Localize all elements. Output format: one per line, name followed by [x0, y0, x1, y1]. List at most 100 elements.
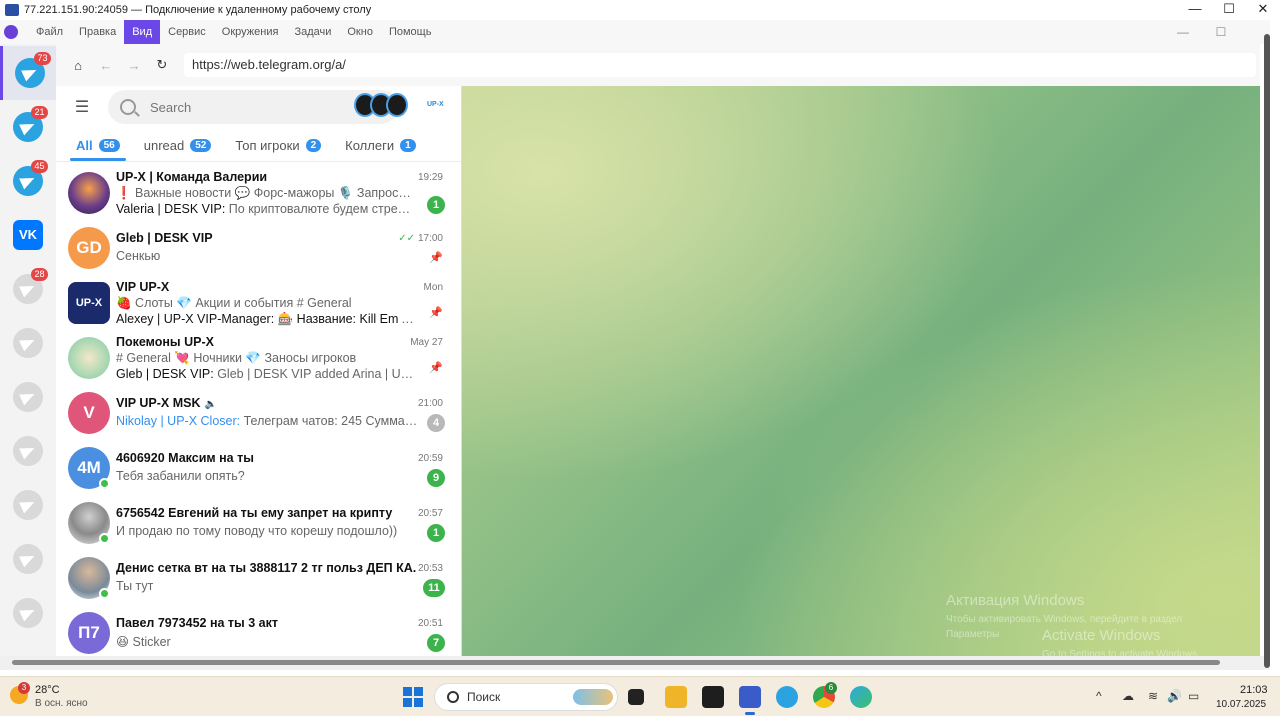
home-icon[interactable]: ⌂ [66, 58, 90, 73]
avatar: П7 [68, 612, 110, 654]
rail-item-telegram-10[interactable] [0, 586, 56, 640]
activation-watermark-title: Активация Windows [946, 592, 1085, 609]
activation-watermark-settings: Параметры [946, 629, 1000, 640]
rail-item-telegram-2[interactable]: 21 [0, 100, 56, 154]
chat-title: 6756542 Евгений на ты ему запрет на крип… [116, 506, 393, 520]
stories-ribbon[interactable] [354, 93, 408, 121]
tab-top-players[interactable]: Топ игроки 2 [229, 138, 327, 161]
chat-time: Mon [423, 282, 443, 293]
minimize-button[interactable]: — [1178, 0, 1212, 20]
weather-badge: 3 [18, 682, 30, 694]
chat-last-message: Ты тут [116, 579, 154, 593]
menu-file[interactable]: Файл [28, 20, 71, 44]
chat-item[interactable]: V VIP UP-X MSK 🔈 21:00 Nikolay | UP-X Clo… [56, 386, 461, 441]
chat-last-message: Alexey | UP-X VIP-Manager: 🎰 Название: K… [116, 312, 418, 327]
remote-desktop-icon[interactable] [739, 686, 761, 715]
weather-temperature: 28°C [35, 684, 60, 696]
clock-time[interactable]: 21:03 [1240, 684, 1268, 696]
rail-item-telegram-5[interactable] [0, 316, 56, 370]
chat-item[interactable]: 4M 4606920 Максим на ты 20:59 Тебя забан… [56, 441, 461, 496]
windows-taskbar: 3 28°C В осн. ясно Поиск 6 ^ ☁ ≋ 🔊 ▭ 21:… [0, 676, 1280, 716]
folder-label: Коллеги [345, 138, 395, 153]
chat-item[interactable]: Денис сетка вт на ты 3888117 2 тг польз … [56, 551, 461, 606]
taskbar-search-label: Поиск [467, 690, 501, 704]
close-button[interactable]: ✕ [1246, 0, 1280, 20]
chat-item[interactable]: UP-X VIP UP-X Mon 🍓 Слоты 💎 Акции и собы… [56, 276, 461, 331]
edge-icon[interactable] [850, 686, 872, 708]
taskbar-search[interactable]: Поиск [434, 683, 618, 711]
forward-icon[interactable]: → [122, 58, 146, 73]
rail-item-telegram-1[interactable]: 73 [0, 46, 56, 100]
chat-time: 21:00 [417, 398, 443, 409]
pin-icon: 📌 [429, 362, 443, 374]
tab-unread[interactable]: unread 52 [138, 138, 218, 161]
battery-icon[interactable]: ▭ [1188, 689, 1199, 703]
online-indicator [99, 478, 110, 489]
tray-overflow-icon[interactable]: ^ [1096, 689, 1102, 703]
story-avatar[interactable] [386, 93, 408, 117]
wifi-icon[interactable]: ≋ [1148, 689, 1158, 703]
terminal-app-icon[interactable] [702, 686, 724, 708]
app-logo-icon [4, 25, 18, 39]
menu-window[interactable]: Окно [339, 20, 381, 44]
rail-item-telegram-6[interactable] [0, 370, 56, 424]
message-sender: Nikolay | UP-X Closer: [116, 414, 244, 428]
task-view-icon[interactable] [628, 689, 644, 705]
rail-item-telegram-8[interactable] [0, 478, 56, 532]
chat-title: Покемоны UP-X [116, 335, 214, 349]
chat-item[interactable]: 6756542 Евгений на ты ему запрет на крип… [56, 496, 461, 551]
maximize-button[interactable]: ☐ [1212, 0, 1246, 20]
chat-topics: # General 💘 Ночники 💎 Заносы игроков [116, 351, 357, 365]
telegram-icon [13, 490, 43, 520]
rail-item-telegram-3[interactable]: 45 [0, 154, 56, 208]
telegram-icon [13, 328, 43, 358]
start-button[interactable] [403, 687, 423, 707]
reload-icon[interactable]: ↻ [150, 57, 174, 73]
rail-item-vk[interactable]: VK [0, 208, 56, 262]
chrome-badge: 6 [825, 682, 837, 694]
horizontal-scrollbar[interactable] [12, 660, 1220, 665]
chat-last-message: Nikolay | UP-X Closer: Телеграм чатов: 2… [116, 414, 418, 428]
avatar [68, 337, 110, 379]
unread-badge: 9 [427, 469, 445, 487]
volume-icon[interactable]: 🔊 [1167, 689, 1182, 703]
rail-badge: 28 [31, 268, 48, 281]
chat-list-panel: ☰ UP-X All 56 unread 52 Топ игроки 2 Кол… [56, 86, 462, 656]
app-maximize-button[interactable]: ☐ [1202, 20, 1240, 44]
menu-edit[interactable]: Правка [71, 20, 124, 44]
menu-help[interactable]: Помощь [381, 20, 440, 44]
remote-desktop-titlebar: 77.221.151.90:24059 — Подключение к удал… [0, 0, 1280, 20]
chat-time: May 27 [410, 337, 443, 348]
search-highlight-image [573, 689, 613, 705]
telegram-icon[interactable] [776, 686, 798, 708]
activation-watermark-title-en: Activate Windows [1042, 627, 1161, 644]
tab-all[interactable]: All 56 [70, 138, 126, 161]
menu-view[interactable]: Вид [124, 20, 161, 44]
menu-tasks[interactable]: Задачи [286, 20, 339, 44]
message-text: По криптовалюте будем стреми... [228, 202, 418, 216]
menu-service[interactable]: Сервис [160, 20, 214, 44]
url-field[interactable]: https://web.telegram.org/a/ [184, 53, 1256, 77]
window-controls: — ☐ ✕ [1178, 0, 1280, 20]
unread-badge: 1 [427, 196, 445, 214]
rail-item-telegram-4[interactable]: 28 [0, 262, 56, 316]
menu-icon[interactable]: ☰ [74, 97, 90, 117]
rail-item-telegram-9[interactable] [0, 532, 56, 586]
chat-item[interactable]: П7 Павел 7973452 на ты 3 акт 20:51 😆 Sti… [56, 606, 461, 661]
menu-environments[interactable]: Окружения [214, 20, 287, 44]
search-icon [120, 99, 136, 115]
back-icon[interactable]: ← [94, 58, 118, 73]
message-sender: Gleb | DESK VIP: [116, 367, 218, 381]
tab-colleagues[interactable]: Коллеги 1 [339, 138, 421, 161]
file-explorer-icon[interactable] [665, 686, 687, 708]
chat-item[interactable]: GD Gleb | DESK VIP ✓✓ 17:00 Сенкью 📌 [56, 221, 461, 276]
chat-item[interactable]: Покемоны UP-X May 27 # General 💘 Ночники… [56, 331, 461, 386]
chat-item[interactable]: UP-X | Команда Валерии 19:29 ❗ Важные но… [56, 166, 461, 221]
vertical-scrollbar[interactable] [1264, 34, 1270, 668]
clock-date[interactable]: 10.07.2025 [1216, 699, 1266, 710]
network-vpn-icon[interactable]: ☁ [1122, 689, 1134, 703]
search-input[interactable] [150, 99, 340, 115]
rail-item-telegram-7[interactable] [0, 424, 56, 478]
activation-watermark-text: Чтобы активировать Windows, перейдите в … [946, 614, 1183, 625]
app-minimize-button[interactable]: — [1164, 20, 1202, 44]
